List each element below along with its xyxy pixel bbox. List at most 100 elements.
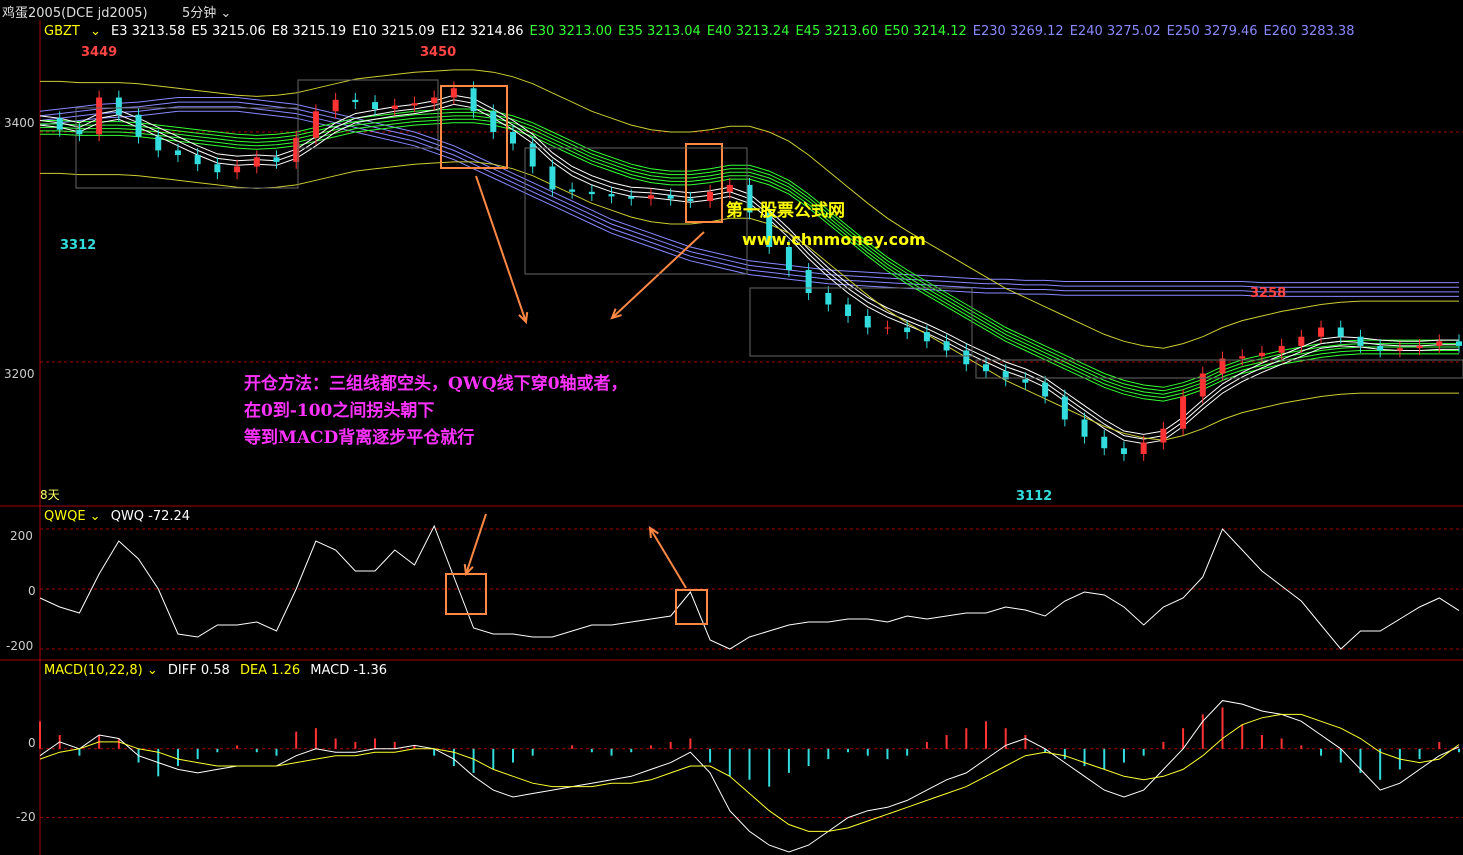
- candle-body: [1081, 419, 1088, 437]
- indicator-selector[interactable]: GBZT ⌄: [44, 24, 101, 39]
- arrow: [649, 527, 687, 589]
- candle-body: [569, 189, 576, 192]
- candle-body: [707, 191, 714, 201]
- candle-body: [96, 97, 103, 135]
- candle-body: [1160, 428, 1167, 443]
- candle-body: [805, 270, 812, 293]
- candle-body: [904, 327, 911, 333]
- candle-body: [1377, 345, 1384, 351]
- candle-body: [825, 293, 832, 305]
- candle-body: [667, 195, 674, 199]
- candle-body: [647, 195, 654, 199]
- candle-body: [352, 99, 359, 103]
- candle-body: [372, 102, 379, 109]
- macd-indicator-name: MACD(10,22,8): [44, 663, 143, 678]
- candle-body: [963, 350, 970, 365]
- candle-body: [174, 150, 181, 155]
- arrow-line: [465, 513, 487, 575]
- ma-value-label: E35 3213.04: [618, 24, 701, 39]
- candle-body: [76, 129, 83, 135]
- macd-tick-label: 0: [28, 736, 36, 750]
- candle-body: [1298, 336, 1305, 346]
- price-high-label: 3258: [1250, 286, 1287, 301]
- candle-body: [411, 103, 418, 106]
- macd-legend: MACD(10,22,8) ⌄ DIFF 0.58 DEA 1.26 MACD …: [44, 663, 387, 678]
- qwq-tick-label: 0: [28, 584, 36, 598]
- candle-body: [273, 157, 280, 162]
- candle-body: [490, 111, 497, 132]
- candle-body: [1219, 358, 1226, 374]
- ma-value-label: E250 3279.46: [1166, 24, 1258, 39]
- candle-body: [135, 114, 142, 137]
- candle-body: [56, 118, 63, 130]
- candle-body: [923, 332, 930, 342]
- candle-body: [253, 157, 260, 167]
- watermark-name: 第一股票公式网: [726, 201, 845, 221]
- price-high-label: 3449: [81, 45, 118, 60]
- candle-body: [470, 88, 477, 112]
- note-line: 在0到-100之间拐头朝下: [244, 401, 435, 421]
- macd-indicator-selector[interactable]: MACD(10,22,8) ⌄: [44, 663, 158, 678]
- candle-body: [1061, 396, 1068, 420]
- candle-body: [1416, 345, 1423, 349]
- candle-body: [529, 143, 536, 167]
- candle-body: [312, 111, 319, 138]
- bottom-days-label: 8天: [40, 488, 60, 502]
- qwq-value: QWQ -72.24: [110, 509, 191, 524]
- candle-body: [1357, 336, 1364, 346]
- candle-body: [510, 132, 516, 144]
- candle-body: [1436, 341, 1443, 346]
- candle-body: [845, 304, 852, 316]
- range-box: [524, 147, 748, 275]
- price-low-label: 3312: [60, 238, 97, 253]
- candle-body: [588, 191, 595, 195]
- candle-body: [1396, 348, 1403, 351]
- candle-body: [234, 166, 241, 173]
- price-low-label: 3112: [1016, 489, 1053, 504]
- macd-hist-value: MACD -1.36: [310, 663, 388, 678]
- price-high-label: 3450: [420, 45, 457, 60]
- watermark-url: www.chnmoney.com: [742, 230, 926, 249]
- candle-body: [884, 327, 891, 329]
- y-tick-label: 3200: [4, 367, 35, 381]
- ma-value-label: E45 3213.60: [795, 24, 879, 39]
- candle-body: [1278, 345, 1285, 353]
- note-line: 等到MACD背离逐步平仓就行: [244, 428, 475, 448]
- ma-legend: GBZT ⌄ E3 3213.58 E5 3215.06 E8 3215.19 E10…: [44, 24, 1366, 39]
- qwq-legend: QWQE ⌄ QWQ -72.24: [44, 509, 190, 524]
- candle-body: [726, 184, 733, 192]
- ma-value-label: E260 3283.38: [1263, 24, 1355, 39]
- candle-body: [864, 316, 871, 328]
- ma-value-label: E5 3215.06: [191, 24, 266, 39]
- candle-body: [943, 341, 950, 351]
- candle-body: [1120, 448, 1127, 454]
- strategy-note: 开仓方法：三组线都空头，QWQ线下穿0轴或者， 在0到-100之间拐头朝下 等到…: [244, 371, 628, 452]
- candle-body: [608, 194, 615, 197]
- macd-dea-value: DEA 1.26: [239, 663, 301, 678]
- candle-body: [450, 88, 457, 98]
- y-tick-label: 3400: [4, 116, 35, 130]
- ma-value-label: E230 3269.12: [972, 24, 1064, 39]
- range-box: [749, 287, 973, 357]
- candle-body: [1199, 373, 1206, 397]
- qwq-line: [39, 524, 1460, 650]
- note-line: 开仓方法：三组线都空头，QWQ线下穿0轴或者，: [244, 374, 628, 394]
- ma-value-label: E8 3215.19: [271, 24, 347, 39]
- candle-body: [687, 198, 694, 201]
- candle-body: [1337, 327, 1344, 337]
- candle-body: [431, 97, 438, 104]
- candle-body: [332, 99, 339, 112]
- candle-body: [1258, 352, 1265, 357]
- candle-body: [194, 155, 201, 165]
- ma-value-label: E50 3214.12: [884, 24, 967, 39]
- qwq-indicator-selector[interactable]: QWQE ⌄: [44, 509, 101, 524]
- arrow: [475, 175, 527, 323]
- candle-body: [155, 136, 162, 151]
- macd-diff-value: DIFF 0.58: [167, 663, 230, 678]
- qwq-tick-label: 200: [10, 529, 33, 543]
- candle-body: [1022, 379, 1029, 383]
- macd-tick-label: -20: [16, 810, 36, 824]
- candle-body: [115, 97, 122, 115]
- ma-value-label: E12 3214.86: [440, 24, 524, 39]
- candle-body: [1180, 396, 1187, 429]
